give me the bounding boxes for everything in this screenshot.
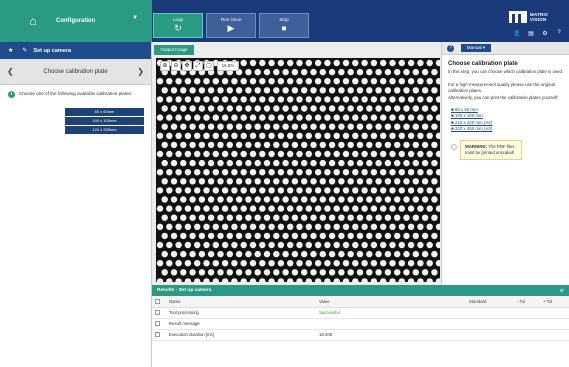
actual-size-icon[interactable]: ▢ [204,61,214,71]
row-name: Result message [166,318,316,330]
image-area: Output Image ⊕ ⊖ ✥ ⤢ ▢ 16.8% [152,42,442,285]
info-text: Choose one of the following available ca… [19,91,133,96]
help-paragraph-1: In this step, you can choose which calib… [448,69,564,74]
configuration-tab[interactable]: ⌂ Configuration ▼ [0,0,152,42]
pdf-link-list: ■ 60 x 60 mm ■ 100 x 100 mm ■ 210 x 240 … [451,107,564,132]
run-once-label: Run Once [220,17,242,22]
plate-button-list: 60 x 60mm 100 x 100mm 120 x 250mm [65,108,144,134]
user-icon[interactable]: 👤 [513,30,521,37]
row-value [316,318,466,330]
play-icon: ▶ [227,23,235,33]
col-plus-tol[interactable]: + Tol [540,296,569,308]
image-viewer[interactable]: ⊕ ⊖ ✥ ⤢ ▢ 16.8% [156,58,440,282]
top-bar: ⌂ Configuration ▼ Loop ↻ Run Once ▶ Stop… [0,0,569,42]
help-paragraph-2: For a high measurement quality please us… [448,81,555,93]
results-header-row: Name Value Standard - Tol + Tol [152,296,569,308]
step-navigator: ❮ Choose calibration plate ❯ [0,59,151,85]
zoom-in-icon[interactable]: ⊕ [160,61,170,71]
col-minus-tol[interactable]: - Tol [514,296,540,308]
loop-label: Loop [172,17,183,22]
col-standard[interactable]: Standard [466,296,514,308]
manual-button[interactable]: Manual ▾ [461,44,491,52]
results-panel: Results - Set up camera ⊖ Name Value Sta… [152,285,569,367]
help-icon[interactable]: ? [555,30,563,37]
info-icon: i [8,91,15,98]
help-body: Choose calibration plate In this step, y… [442,55,569,160]
logo-text: MATRIX VISION [530,12,549,22]
calibration-plate-image [156,59,440,282]
zoom-level: 16.8% [217,61,239,71]
row-checkbox[interactable] [155,321,160,327]
row-value: 18.406 [316,329,466,341]
home-settings-icon: ⌂ [29,14,37,28]
row-name: Execution duration [ms] [166,329,316,341]
results-table: Name Value Standard - Tol + Tol Tool pro… [152,296,569,341]
loop-button[interactable]: Loop ↻ [153,13,203,38]
gear-icon[interactable]: ⚙ [541,30,549,37]
chevron-down-icon[interactable]: ▼ [132,15,138,21]
plate-button-120[interactable]: 120 x 250mm [65,126,144,134]
run-once-button[interactable]: Run Once ▶ [206,13,256,38]
help-paragraph-3: Alternatively, you can print the calibra… [448,95,559,101]
configuration-label: Configuration [56,18,96,24]
toolbar-icons: 👤 ▤ ⚙ ? [513,30,563,37]
stop-label: Stop [279,17,289,22]
step-title: Choose calibration plate [43,68,108,75]
left-panel: ★ ✎ Set up camera ❮ Choose calibration p… [0,42,152,367]
loop-icon: ↻ [174,23,182,33]
warning-circle-icon [451,144,457,150]
col-value[interactable]: Value [316,296,466,308]
help-header: ? Manual ▾ [442,42,569,55]
results-header: Results - Set up camera ⊖ [152,285,569,296]
warning-box: WARNING: The PDF files must be printed u… [451,140,522,160]
row-value: Successful [316,307,466,319]
table-row[interactable]: Result message [152,318,569,330]
pdf-link-a3[interactable]: ■ 320 x 450 mm (A3) [451,126,564,132]
fit-icon[interactable]: ⤢ [193,61,203,71]
stop-icon: ⏹ [281,23,287,33]
logo-mark-icon [509,11,527,23]
star-icon[interactable]: ★ [8,47,13,54]
row-checkbox[interactable] [155,332,160,338]
row-checkbox[interactable] [155,310,160,316]
zoom-out-icon[interactable]: ⊖ [171,61,181,71]
col-select [152,296,166,308]
collapse-icon[interactable]: ⊖ [560,288,564,294]
chevron-left-icon[interactable]: ❮ [7,67,14,76]
left-panel-header: ★ ✎ Set up camera [0,42,151,59]
list-icon[interactable]: ▤ [527,30,535,37]
plate-button-60[interactable]: 60 x 60mm [65,108,144,116]
wrench-icon: ✎ [22,48,28,54]
table-row[interactable]: Execution duration [ms] 18.406 [152,329,569,341]
table-row[interactable]: Tool processing Successful [152,307,569,319]
viewer-toolbar: ⊕ ⊖ ✥ ⤢ ▢ 16.8% [160,61,239,71]
matrix-vision-logo: MATRIX VISION [509,10,567,24]
chevron-right-icon[interactable]: ❯ [137,67,144,76]
warning-label: WARNING: [465,144,488,149]
pan-icon[interactable]: ✥ [182,61,192,71]
results-title: Results - Set up camera [157,288,212,293]
help-panel: ? Manual ▾ Choose calibration plate In t… [442,42,569,285]
tab-output-image[interactable]: Output Image [154,45,194,55]
info-message: i Choose one of the following available … [0,85,151,98]
help-title: Choose calibration plate [448,61,518,67]
panel-title: Set up camera [33,47,72,54]
plate-button-100[interactable]: 100 x 100mm [65,117,144,125]
col-name[interactable]: Name [166,296,316,308]
select-all-checkbox[interactable] [155,298,160,304]
row-name: Tool processing [166,307,316,319]
stop-button[interactable]: Stop ⏹ [259,13,309,38]
question-icon: ? [447,44,454,52]
